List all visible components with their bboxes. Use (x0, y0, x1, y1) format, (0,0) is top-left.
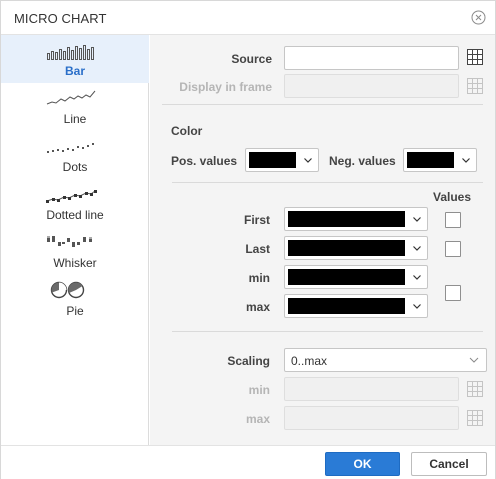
chart-type-list: Bar Line Dots Dotted line Whisker Pie (1, 35, 149, 445)
color-section-label: Color (171, 124, 203, 138)
chart-type-whisker[interactable]: Whisker (1, 227, 149, 275)
settings-panel: Source Display in frame Color Pos. value… (150, 35, 495, 445)
scaling-max-label: max (245, 412, 270, 426)
color-swatch (288, 298, 405, 314)
first-color-picker[interactable] (284, 207, 428, 231)
last-values-checkbox[interactable] (445, 241, 461, 257)
source-input[interactable] (284, 46, 459, 70)
dialog-title: MICRO CHART (14, 11, 107, 26)
min-color-picker[interactable] (284, 265, 428, 289)
table-grid-icon (467, 381, 483, 397)
color-swatch (288, 269, 405, 285)
micro-chart-dialog: MICRO CHART Bar Line Dots Dotted line Wh… (0, 0, 496, 479)
chart-type-label: Bar (64, 64, 85, 78)
pos-values-label: Pos. values (171, 154, 238, 168)
scaling-label: Scaling (227, 354, 270, 368)
last-label: Last (245, 242, 270, 256)
chevron-down-icon (469, 357, 479, 363)
chevron-down-icon (304, 158, 312, 163)
dialog-footer: OK Cancel (1, 445, 495, 479)
scaling-select-value: 0..max (291, 354, 328, 368)
separator (172, 182, 483, 183)
table-grid-icon (467, 410, 483, 426)
scaling-select[interactable]: 0..max (284, 348, 487, 372)
pie-sparkline-icon (50, 281, 85, 299)
chart-type-dots[interactable]: Dots (1, 131, 149, 179)
chart-type-bar[interactable]: Bar (1, 35, 149, 83)
chart-type-label: Dotted line (46, 208, 104, 222)
max-label: max (245, 300, 270, 314)
whisker-sparkline-icon (47, 236, 92, 247)
table-grid-icon (467, 78, 483, 94)
display-in-frame-label: Display in frame (179, 80, 272, 94)
separator (162, 104, 483, 105)
pos-values-color-picker[interactable] (245, 148, 319, 172)
scaling-min-input (284, 377, 459, 401)
chart-type-pie[interactable]: Pie (1, 275, 149, 323)
bar-sparkline-icon (47, 45, 94, 60)
chevron-down-icon (413, 217, 421, 222)
max-color-picker[interactable] (284, 294, 428, 318)
color-swatch (288, 211, 405, 227)
first-label: First (243, 213, 270, 227)
chevron-down-icon (413, 304, 421, 309)
last-color-picker[interactable] (284, 236, 428, 260)
neg-values-color-picker[interactable] (403, 148, 477, 172)
color-swatch (249, 152, 296, 168)
scaling-max-input (284, 406, 459, 430)
source-label: Source (231, 52, 272, 66)
chevron-down-icon (413, 275, 421, 280)
neg-values-label: Neg. values (329, 154, 396, 168)
minmax-values-checkbox[interactable] (445, 285, 461, 301)
chart-type-dotted-line[interactable]: Dotted line (1, 179, 149, 227)
chart-type-label: Dots (62, 160, 88, 174)
chart-type-line[interactable]: Line (1, 83, 149, 131)
line-sparkline-icon (46, 90, 96, 105)
chart-type-label: Pie (66, 304, 84, 318)
scaling-min-label: min (248, 383, 270, 397)
dotted-line-sparkline-icon (46, 190, 97, 203)
first-values-checkbox[interactable] (445, 212, 461, 228)
ok-button[interactable]: OK (325, 452, 400, 476)
values-column-label: Values (433, 190, 472, 204)
min-label: min (248, 271, 270, 285)
color-swatch (407, 152, 454, 168)
chevron-down-icon (462, 158, 470, 163)
separator (172, 331, 483, 332)
cancel-button[interactable]: Cancel (411, 452, 487, 476)
dots-sparkline-icon (47, 143, 94, 153)
dialog-titlebar: MICRO CHART (1, 1, 495, 35)
color-swatch (288, 240, 405, 256)
display-in-frame-input (284, 74, 459, 98)
chevron-down-icon (413, 246, 421, 251)
chart-type-label: Line (63, 112, 87, 126)
table-grid-icon[interactable] (466, 48, 484, 66)
chart-type-label: Whisker (53, 256, 97, 270)
close-icon[interactable] (471, 10, 486, 25)
